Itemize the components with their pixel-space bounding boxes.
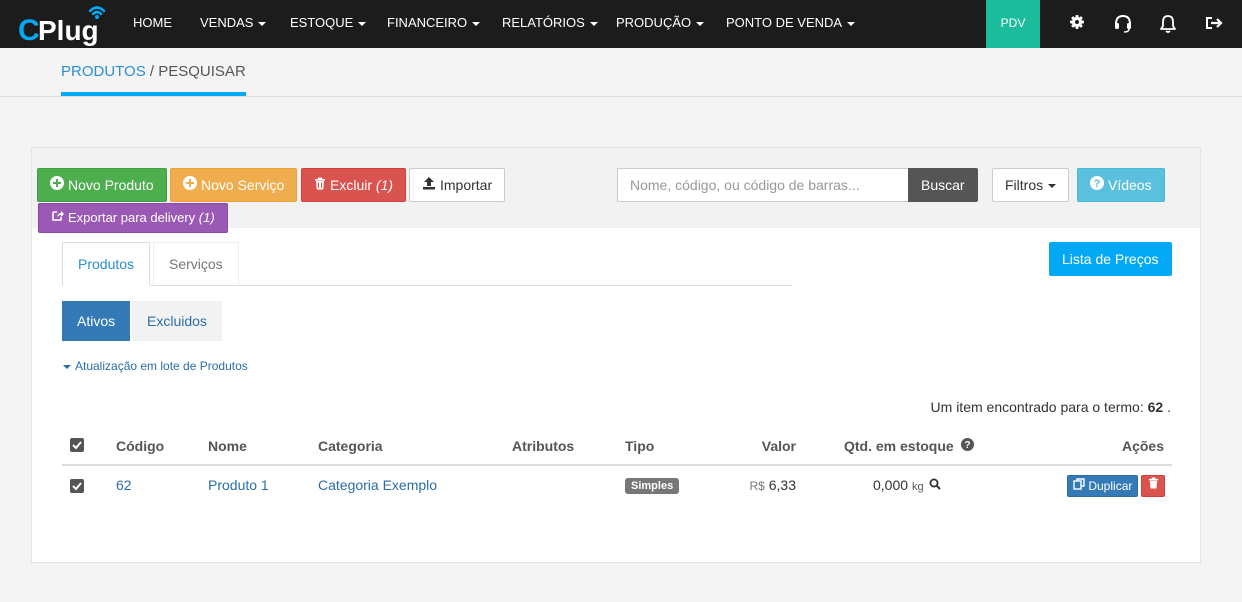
atualizacao-lote-link[interactable]: Atualização em lote de Produtos	[63, 359, 248, 373]
nav-ponto-de-venda[interactable]: PONTO DE VENDA	[726, 0, 856, 48]
svg-text:C: C	[18, 14, 40, 46]
breadcrumb-separator: /	[145, 63, 159, 80]
plus-circle-icon	[183, 169, 197, 201]
exportar-delivery-button[interactable]: Exportar para delivery (1)	[38, 203, 228, 233]
videos-button[interactable]: ? Vídeos	[1077, 168, 1165, 202]
bell-icon[interactable]	[1156, 12, 1180, 36]
column-header-tipo[interactable]: Tipo	[625, 438, 654, 454]
pill-ativos[interactable]: Ativos	[62, 301, 131, 341]
column-header-categoria[interactable]: Categoria	[318, 438, 383, 454]
breadcrumb-produtos[interactable]: PRODUTOS	[61, 63, 146, 80]
column-header-atributos: Atributos	[512, 438, 575, 454]
row-delete-button[interactable]	[1141, 475, 1165, 497]
products-panel: Novo Produto Novo Serviço Excluir (1) Im…	[31, 147, 1201, 563]
sign-out-icon[interactable]	[1202, 12, 1226, 36]
column-header-nome[interactable]: Nome	[208, 438, 247, 454]
plus-circle-icon	[50, 169, 64, 201]
column-header-acoes: Ações	[1121, 438, 1164, 454]
svg-text:?: ?	[1094, 178, 1101, 190]
nav-relatorios[interactable]: RELATÓRIOS	[502, 0, 598, 48]
nav-financeiro[interactable]: FINANCEIRO	[387, 0, 481, 48]
nav-vendas[interactable]: VENDAS	[200, 0, 267, 48]
cplug-logo[interactable]: C Plug	[18, 2, 110, 46]
pdv-button[interactable]: PDV	[986, 0, 1040, 48]
caret-down-icon	[589, 21, 598, 26]
row-checkbox[interactable]	[70, 479, 84, 493]
tab-produtos[interactable]: Produtos	[62, 242, 151, 286]
buscar-button[interactable]: Buscar	[908, 168, 978, 202]
caret-down-icon	[472, 21, 481, 26]
caret-down-icon	[358, 21, 367, 26]
breadcrumb: PRODUTOS / PESQUISAR	[61, 48, 246, 96]
caret-down-icon	[63, 364, 71, 369]
row-nome[interactable]: Produto 1	[208, 477, 269, 493]
column-header-codigo[interactable]: Código	[116, 438, 164, 454]
pill-excluidos[interactable]: Excluidos	[132, 301, 222, 341]
trash-icon	[314, 169, 326, 201]
caret-down-icon	[847, 21, 856, 26]
svg-text:?: ?	[964, 440, 970, 451]
breadcrumb-current: PESQUISAR	[158, 63, 246, 80]
row-qtd-estoque: 0,000 kg	[873, 477, 942, 493]
question-circle-icon[interactable]: ?	[960, 437, 974, 454]
gear-icon[interactable]	[1065, 12, 1089, 36]
page-subheader: PRODUTOS / PESQUISAR	[0, 48, 1242, 97]
headset-icon[interactable]	[1111, 12, 1135, 36]
caret-down-icon	[258, 21, 267, 26]
copy-icon	[1073, 476, 1085, 496]
search-icon[interactable]	[929, 477, 942, 493]
column-header-valor[interactable]: Valor	[762, 438, 796, 454]
lista-de-precos-button[interactable]: Lista de Preços	[1049, 242, 1172, 276]
row-valor: R$ 6,33	[749, 477, 796, 493]
novo-produto-button[interactable]: Novo Produto	[37, 168, 167, 202]
row-codigo[interactable]: 62	[116, 477, 132, 493]
nav-producao[interactable]: PRODUÇÃO	[616, 0, 705, 48]
svg-text:Plug: Plug	[38, 15, 99, 46]
tab-servicos[interactable]: Serviços	[153, 242, 239, 286]
top-navbar: C Plug HOME VENDAS ESTOQUE FINANCEIRO RE…	[0, 0, 1242, 48]
table-header-divider	[62, 464, 1172, 466]
share-square-icon	[51, 204, 64, 232]
filtros-button[interactable]: Filtros	[992, 168, 1070, 202]
nav-home[interactable]: HOME	[133, 0, 172, 48]
column-header-qtd-estoque[interactable]: Qtd. em estoque ?	[844, 437, 974, 454]
row-categoria[interactable]: Categoria Exemplo	[318, 477, 437, 493]
trash-icon	[1148, 475, 1159, 495]
caret-down-icon	[1048, 184, 1057, 189]
novo-servico-button[interactable]: Novo Serviço	[170, 168, 298, 202]
importar-button[interactable]: Importar	[409, 168, 506, 202]
search-input[interactable]	[617, 168, 909, 202]
excluir-button[interactable]: Excluir (1)	[301, 168, 407, 202]
result-count: Um item encontrado para o termo: 62 .	[930, 399, 1171, 415]
caret-down-icon	[696, 21, 705, 26]
nav-estoque[interactable]: ESTOQUE	[290, 0, 367, 48]
upload-icon	[422, 169, 436, 201]
tipo-badge: Simples	[625, 478, 680, 494]
question-circle-icon: ?	[1090, 169, 1104, 201]
select-all-checkbox[interactable]	[70, 438, 84, 452]
duplicar-button[interactable]: Duplicar	[1067, 475, 1139, 497]
